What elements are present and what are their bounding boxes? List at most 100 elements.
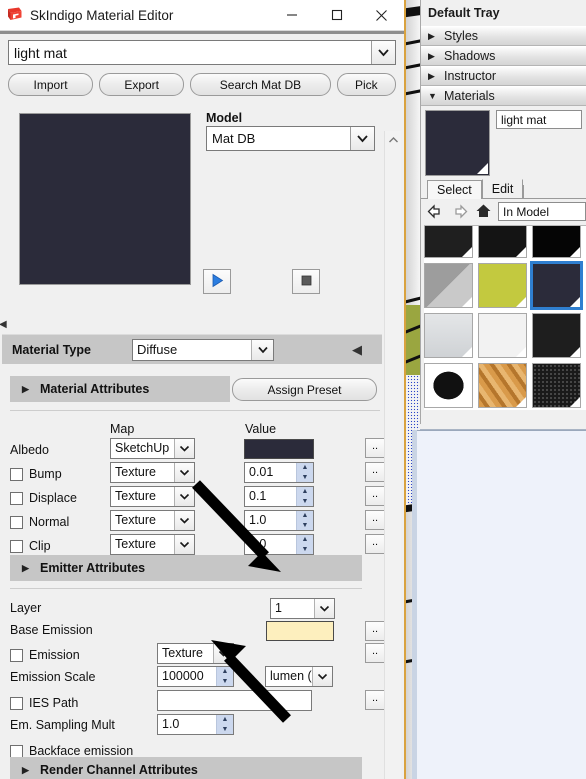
base-emission-color-swatch[interactable] xyxy=(266,621,334,641)
emission-browse-button[interactable]: .. xyxy=(365,643,385,663)
chevron-down-icon[interactable] xyxy=(174,511,194,530)
ies-path-checkbox[interactable] xyxy=(10,696,23,710)
arrow-left-icon[interactable] xyxy=(426,202,445,221)
material-type-select[interactable]: Diffuse xyxy=(132,338,274,361)
minimize-button[interactable] xyxy=(269,0,314,31)
dialog-scrollbar[interactable] xyxy=(384,131,401,779)
chevron-down-icon[interactable] xyxy=(174,463,194,482)
material-swatch[interactable] xyxy=(478,263,527,308)
stepper-down-icon[interactable]: ▼ xyxy=(297,521,313,531)
material-swatch[interactable] xyxy=(530,261,583,310)
bump-value-stepper[interactable]: 0.01 ▲ ▼ xyxy=(244,462,314,483)
chevron-down-icon[interactable] xyxy=(251,339,273,360)
material-swatch[interactable] xyxy=(424,363,473,408)
assign-preset-button[interactable]: Assign Preset xyxy=(232,378,377,401)
bump-browse-button[interactable]: .. xyxy=(365,462,385,482)
clip-value-stepper[interactable]: 1.0 ▲ ▼ xyxy=(244,534,314,555)
material-swatch[interactable] xyxy=(478,363,527,408)
emission-checkbox[interactable] xyxy=(10,648,23,662)
layer-select[interactable]: 1 xyxy=(270,598,335,619)
tray-item-instructor[interactable]: ▶ Instructor xyxy=(421,66,586,86)
close-button[interactable] xyxy=(359,0,404,31)
normal-browse-button[interactable]: .. xyxy=(365,510,385,530)
stepper-up-icon[interactable]: ▲ xyxy=(297,463,313,473)
displace-browse-button[interactable]: .. xyxy=(365,486,385,506)
stepper-down-icon[interactable]: ▼ xyxy=(217,677,233,687)
chevron-down-icon[interactable] xyxy=(314,599,334,618)
albedo-map-select[interactable]: SketchUp xyxy=(110,438,195,459)
emission-unit-select[interactable]: lumen (lm xyxy=(265,666,333,687)
tab-select[interactable]: Select xyxy=(427,180,482,199)
search-mat-db-button[interactable]: Search Mat DB xyxy=(190,73,331,96)
material-swatch[interactable] xyxy=(424,226,473,258)
stepper-up-icon[interactable]: ▲ xyxy=(297,487,313,497)
chevron-down-icon[interactable] xyxy=(213,644,233,663)
tray-item-shadows[interactable]: ▶ Shadows xyxy=(421,46,586,66)
emission-map-select[interactable]: Texture xyxy=(157,643,234,664)
albedo-color-swatch[interactable] xyxy=(244,439,314,459)
chevron-down-icon[interactable] xyxy=(174,439,194,458)
stepper-buttons[interactable]: ▲ ▼ xyxy=(296,463,313,482)
material-swatch[interactable] xyxy=(424,263,473,308)
maximize-button[interactable] xyxy=(314,0,359,31)
material-swatch[interactable] xyxy=(478,226,527,258)
stepper-buttons[interactable]: ▲ ▼ xyxy=(216,715,233,734)
section-emitter-attributes[interactable]: ▶ Emitter Attributes xyxy=(10,555,362,581)
chevron-down-icon[interactable] xyxy=(312,667,332,686)
stepper-down-icon[interactable]: ▼ xyxy=(297,545,313,555)
stepper-buttons[interactable]: ▲ ▼ xyxy=(296,487,313,506)
collection-select[interactable]: In Model xyxy=(498,201,586,221)
clip-checkbox[interactable] xyxy=(10,539,23,553)
backface-emission-checkbox[interactable] xyxy=(10,744,23,758)
stepper-buttons[interactable]: ▲ ▼ xyxy=(216,667,233,686)
material-swatch[interactable] xyxy=(532,313,581,358)
displace-map-select[interactable]: Texture xyxy=(110,486,195,507)
stepper-up-icon[interactable]: ▲ xyxy=(217,715,233,725)
arrow-right-icon[interactable] xyxy=(450,202,469,221)
section-render-channel-attributes[interactable]: ▶ Render Channel Attributes xyxy=(10,757,362,779)
clip-map-select[interactable]: Texture xyxy=(110,534,195,555)
stepper-up-icon[interactable]: ▲ xyxy=(217,667,233,677)
stop-preview-button[interactable] xyxy=(292,269,320,294)
normal-checkbox[interactable] xyxy=(10,515,23,529)
normal-map-select[interactable]: Texture xyxy=(110,510,195,531)
displace-value-stepper[interactable]: 0.1 ▲ ▼ xyxy=(244,486,314,507)
bump-map-select[interactable]: Texture xyxy=(110,462,195,483)
stepper-buttons[interactable]: ▲ ▼ xyxy=(296,535,313,554)
section-material-attributes[interactable]: ▶ Material Attributes xyxy=(10,376,230,402)
albedo-browse-button[interactable]: .. xyxy=(365,438,385,458)
material-swatch[interactable] xyxy=(424,313,473,358)
chevron-up-icon[interactable] xyxy=(385,131,402,148)
chevron-down-icon[interactable] xyxy=(371,41,395,64)
import-button[interactable]: Import xyxy=(8,73,94,96)
base-emission-browse-button[interactable]: .. xyxy=(365,621,385,641)
home-icon[interactable] xyxy=(474,202,493,221)
ies-path-browse-button[interactable]: .. xyxy=(365,690,385,710)
stepper-buttons[interactable]: ▲ ▼ xyxy=(296,511,313,530)
material-swatch[interactable] xyxy=(532,363,581,408)
tray-item-materials[interactable]: ▼ Materials xyxy=(421,86,586,106)
tray-material-name-input[interactable]: light mat xyxy=(496,110,582,129)
displace-checkbox[interactable] xyxy=(10,491,23,505)
normal-value-stepper[interactable]: 1.0 ▲ ▼ xyxy=(244,510,314,531)
stepper-up-icon[interactable]: ▲ xyxy=(297,511,313,521)
panel-collapse-arrow-icon[interactable]: ◀ xyxy=(0,319,7,330)
render-preview-button[interactable] xyxy=(203,269,231,294)
stepper-down-icon[interactable]: ▼ xyxy=(297,497,313,507)
material-swatch[interactable] xyxy=(532,226,581,258)
triangle-left-icon[interactable]: ◀ xyxy=(352,342,362,358)
clip-browse-button[interactable]: .. xyxy=(365,534,385,554)
tray-item-styles[interactable]: ▶ Styles xyxy=(421,26,586,46)
emission-scale-stepper[interactable]: 100000 ▲ ▼ xyxy=(157,666,234,687)
export-button[interactable]: Export xyxy=(99,73,185,96)
material-swatch[interactable] xyxy=(478,313,527,358)
bump-checkbox[interactable] xyxy=(10,467,23,481)
stepper-up-icon[interactable]: ▲ xyxy=(297,535,313,545)
stepper-down-icon[interactable]: ▼ xyxy=(217,725,233,735)
em-sampling-stepper[interactable]: 1.0 ▲ ▼ xyxy=(157,714,234,735)
chevron-down-icon[interactable] xyxy=(174,535,194,554)
tab-edit[interactable]: Edit xyxy=(481,179,524,198)
ies-path-input[interactable] xyxy=(157,690,312,711)
chevron-down-icon[interactable] xyxy=(350,127,374,150)
chevron-down-icon[interactable] xyxy=(174,487,194,506)
